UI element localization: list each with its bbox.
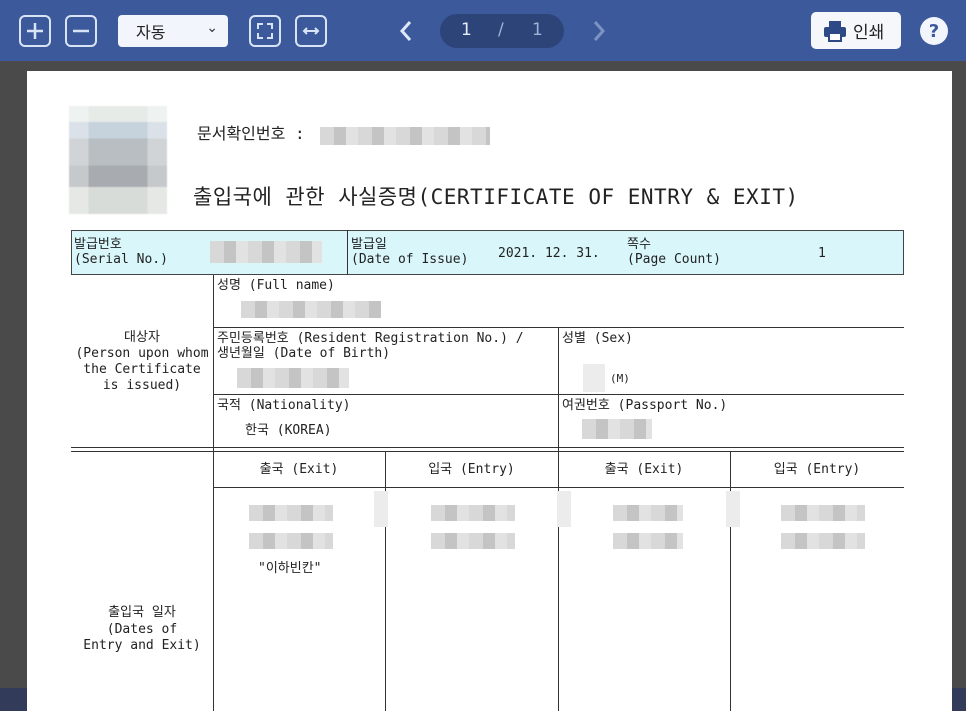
col-exit-2: 출국 (Exit)	[604, 462, 684, 477]
full-name-redacted	[241, 301, 381, 318]
header-row	[71, 230, 904, 275]
issue-label-ko: 발급일	[351, 237, 387, 252]
subject-label-en-2: the Certificate	[83, 362, 201, 377]
passport-label: 여권번호 (Passport No.)	[562, 398, 728, 413]
divider	[347, 230, 348, 275]
zoom-in-button[interactable]	[19, 15, 51, 47]
page-current-input[interactable]: 1	[461, 20, 472, 40]
chevron-right-icon	[593, 21, 606, 41]
zoom-out-button[interactable]	[65, 15, 97, 47]
resident-label-1: 주민등록번호 (Resident Registration No.) /	[217, 331, 524, 346]
subject-label-en-3: is issued)	[102, 378, 182, 393]
issue-label-en: (Date of Issue)	[351, 252, 469, 267]
redacted-mark	[557, 491, 571, 527]
entry-date-redacted	[431, 505, 515, 521]
print-button-label: 인쇄	[853, 23, 885, 43]
subject-label-en-1: (Person upon whom	[75, 346, 209, 361]
col-exit-1: 출국 (Exit)	[259, 462, 339, 477]
dates-label-ko: 출입국 일자	[108, 605, 176, 620]
next-page-button[interactable]	[587, 18, 611, 44]
passport-number-redacted	[582, 419, 652, 439]
sex-label: 성별 (Sex)	[562, 331, 633, 346]
doc-check-label: 문서확인번호 :	[197, 124, 305, 143]
chevron-down-icon: ⌄	[206, 20, 218, 36]
previous-page-button[interactable]	[394, 18, 418, 44]
serial-label-en: (Serial No.)	[74, 252, 168, 267]
minus-icon	[73, 29, 89, 33]
subject-label-ko: 대상자	[124, 330, 160, 345]
toolbar: 자동 ⌄ 1 / 1 인쇄 ?	[0, 0, 966, 61]
pages-value: 1	[818, 246, 826, 261]
col-entry-1: 입국 (Entry)	[428, 462, 515, 477]
chevron-left-icon	[399, 21, 412, 41]
divider	[71, 447, 904, 448]
pages-label-ko: 쪽수	[627, 237, 651, 252]
col-entry-2: 입국 (Entry)	[773, 462, 861, 477]
divider	[71, 451, 904, 452]
resident-label-2: 생년월일 (Date of Birth)	[217, 346, 391, 361]
divider	[558, 327, 559, 457]
redacted-mark	[374, 491, 388, 527]
help-icon: ?	[928, 20, 940, 42]
divider	[213, 487, 904, 488]
below-blank-text: "이하빈칸"	[258, 561, 322, 576]
serial-label-ko: 발급번호	[74, 237, 122, 252]
full-name-label: 성명 (Full name)	[217, 278, 335, 293]
applicant-photo	[69, 106, 167, 214]
dates-label-en-1: (Dates of	[106, 622, 178, 637]
print-button[interactable]: 인쇄	[811, 12, 901, 49]
doc-check-number-redacted	[320, 127, 490, 145]
sex-value: (M)	[610, 372, 630, 385]
sex-redacted	[583, 364, 605, 392]
fit-width-icon	[302, 27, 320, 35]
serial-number-redacted	[210, 241, 322, 263]
plus-icon	[27, 23, 43, 39]
divider	[213, 451, 214, 711]
divider	[730, 451, 731, 711]
zoom-select[interactable]: 자동 ⌄	[118, 15, 228, 47]
page-total: 1	[532, 20, 543, 40]
fit-page-button[interactable]	[249, 15, 281, 47]
redacted-mark	[726, 491, 740, 527]
printer-icon	[824, 20, 846, 42]
fit-page-icon	[257, 23, 273, 39]
divider	[385, 451, 386, 711]
divider	[558, 451, 559, 711]
dates-label-en-2: Entry and Exit)	[83, 638, 201, 653]
nationality-value: 한국 (KOREA)	[245, 423, 332, 438]
entry-date-redacted	[431, 533, 515, 549]
fit-width-button[interactable]	[295, 15, 327, 47]
nationality-label: 국적 (Nationality)	[217, 398, 351, 413]
entry-date-redacted	[781, 533, 865, 549]
help-button[interactable]: ?	[920, 17, 948, 45]
zoom-select-value: 자동	[136, 23, 166, 42]
document-page: 문서확인번호 : 출입국에 관한 사실증명(CERTIFICATE OF ENT…	[27, 71, 952, 711]
exit-date-redacted	[613, 505, 683, 521]
divider	[213, 275, 214, 457]
exit-date-redacted	[249, 505, 333, 521]
page-title: 출입국에 관한 사실증명(CERTIFICATE OF ENTRY & EXIT…	[193, 185, 799, 209]
document-viewer[interactable]: 문서확인번호 : 출입국에 관한 사실증명(CERTIFICATE OF ENT…	[0, 61, 966, 711]
pages-label-en: (Page Count)	[627, 252, 721, 267]
exit-date-redacted	[613, 533, 683, 549]
issue-date: 2021. 12. 31.	[498, 246, 600, 261]
entry-date-redacted	[781, 505, 865, 521]
exit-date-redacted	[249, 533, 333, 549]
page-indicator: 1 / 1	[440, 14, 564, 48]
birth-date-redacted	[237, 368, 349, 388]
page-separator: /	[498, 20, 504, 40]
